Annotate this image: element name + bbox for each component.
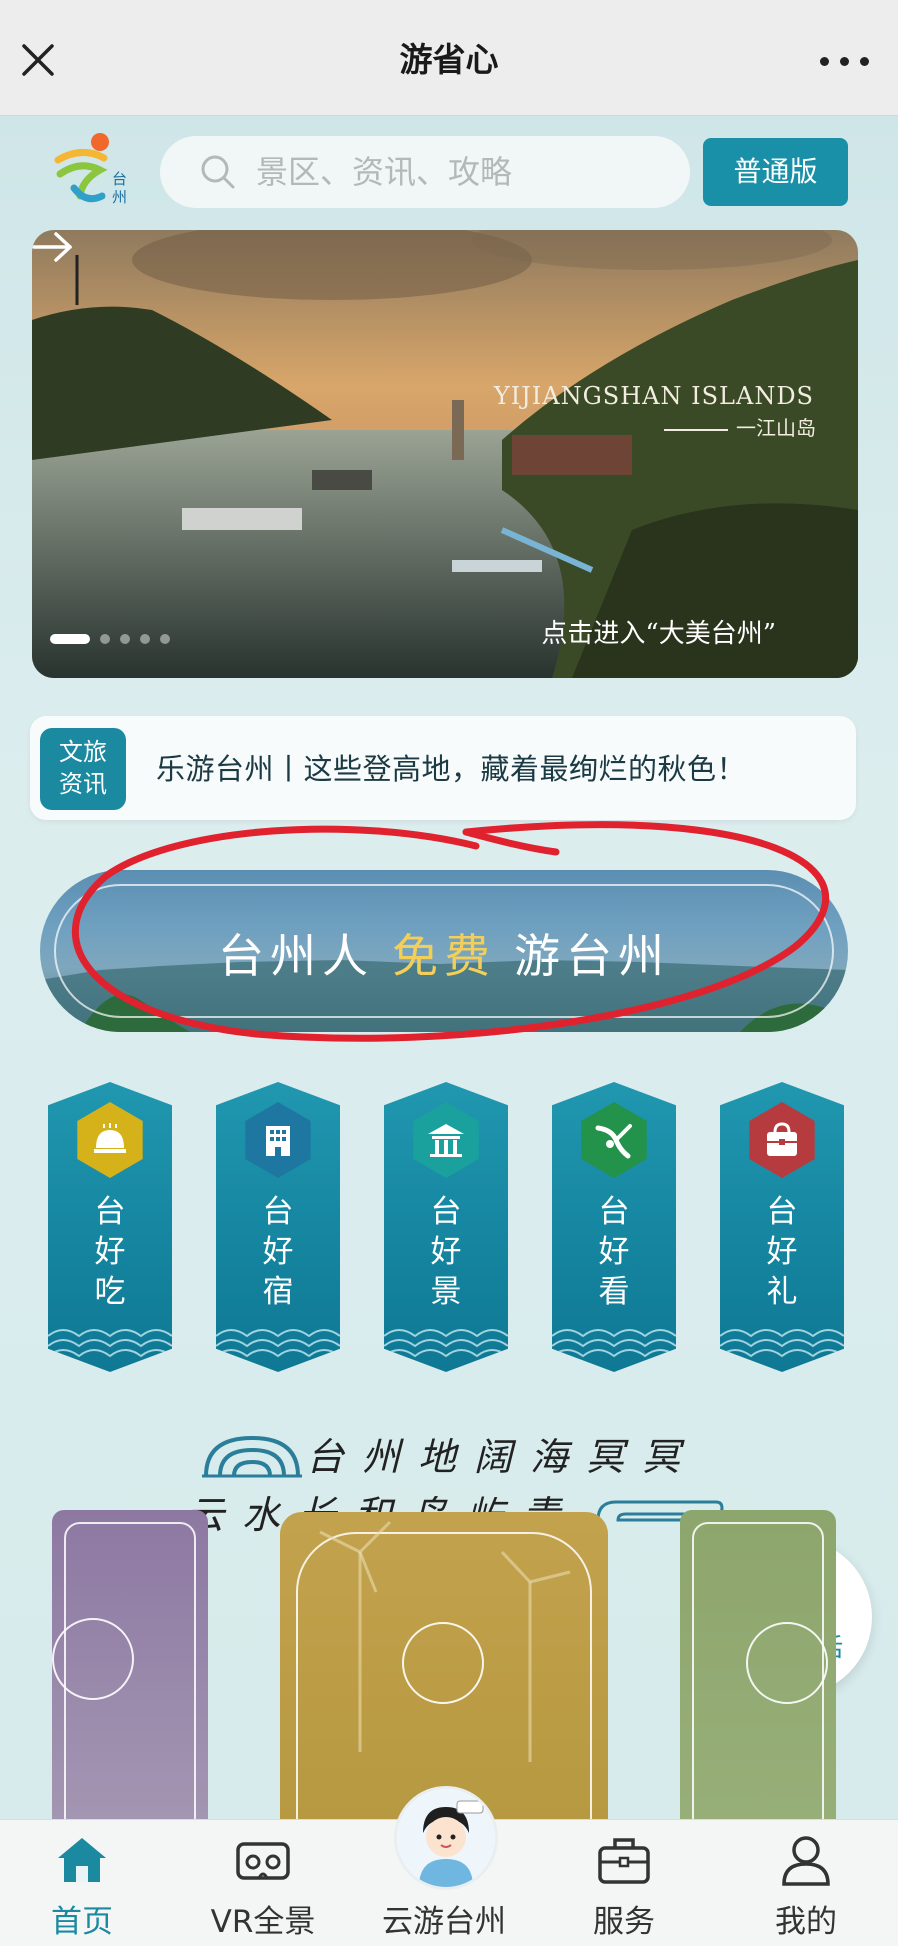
- feature-card-center[interactable]: [280, 1512, 608, 1819]
- search-icon: [201, 155, 235, 189]
- feature-card-left[interactable]: [52, 1510, 208, 1819]
- category-label: 台 好 礼: [720, 1192, 844, 1312]
- nav-label: VR全景: [210, 1904, 316, 1940]
- card-icon-circle: [746, 1622, 828, 1704]
- category-char: 台: [766, 1194, 798, 1230]
- category-label: 台 好 看: [552, 1192, 676, 1312]
- nav-label: 我的: [775, 1904, 837, 1940]
- banner-title-en: YIJIANGSHAN ISLANDS: [493, 382, 814, 410]
- category-char: 台: [94, 1194, 126, 1230]
- category-char: 礼: [766, 1274, 798, 1310]
- normal-version-button[interactable]: 普通版: [703, 138, 848, 206]
- mascot-avatar-icon[interactable]: [394, 1786, 498, 1890]
- search-input[interactable]: 景区、资讯、攻略: [160, 136, 690, 208]
- category-tile-food[interactable]: 台 好 吃: [48, 1082, 172, 1372]
- nav-label: 云游台州: [382, 1904, 506, 1940]
- news-headline[interactable]: 乐游台州丨这些登高地，藏着最绚烂的秋色！: [156, 746, 746, 788]
- banner-image: [32, 230, 858, 678]
- news-ticker[interactable]: 文旅 资讯 乐游台州丨这些登高地，藏着最绚烂的秋色！: [30, 716, 856, 820]
- briefcase-icon: [598, 1838, 650, 1884]
- nav-label: 服务: [593, 1904, 655, 1940]
- category-label: 台 好 景: [384, 1192, 508, 1312]
- home-content: 台 州 景区、资讯、攻略 普通版 YIJIANGSHAN ISLANDS 一江山…: [0, 116, 898, 1819]
- feature-card-right[interactable]: [680, 1510, 836, 1819]
- category-char: 好: [262, 1234, 294, 1270]
- nav-home[interactable]: 首页: [2, 1820, 162, 1946]
- logo-text-bottom: 州: [112, 188, 127, 206]
- pavilion-icon: [413, 1102, 479, 1178]
- category-char: 台: [430, 1194, 462, 1230]
- banner-dot[interactable]: [120, 633, 130, 644]
- home-icon: [58, 1838, 106, 1882]
- wave-cloud-icon: [202, 1435, 302, 1478]
- nav-vr[interactable]: VR全景: [183, 1820, 343, 1946]
- wave-pattern: [720, 1329, 844, 1358]
- banner-pagination: [50, 628, 180, 644]
- category-label: 台 好 吃: [48, 1192, 172, 1312]
- category-char: 好: [94, 1234, 126, 1270]
- category-char: 看: [598, 1274, 630, 1310]
- category-char: 好: [598, 1234, 630, 1270]
- category-char: 宿: [262, 1274, 294, 1310]
- taizhou-logo[interactable]: 台 州: [52, 130, 138, 216]
- wave-pattern: [48, 1329, 172, 1358]
- nav-label: 首页: [51, 1904, 113, 1940]
- gift-bag-icon: [749, 1102, 815, 1178]
- wave-pattern: [552, 1329, 676, 1358]
- page-title: 游省心: [399, 40, 499, 79]
- vr-headset-icon: [236, 1842, 290, 1880]
- banner-title-cn: 一江山岛: [664, 412, 816, 441]
- category-tile-stay[interactable]: 台 好 宿: [216, 1082, 340, 1372]
- logo-text-top: 台: [112, 170, 127, 188]
- hero-banner[interactable]: YIJIANGSHAN ISLANDS 一江山岛 点击进入“大美台州”: [32, 230, 858, 678]
- banner-dot[interactable]: [100, 633, 110, 644]
- banner-dot[interactable]: [50, 633, 90, 644]
- category-char: 台: [262, 1194, 294, 1230]
- banner-dot[interactable]: [160, 633, 170, 644]
- food-cloche-icon: [77, 1102, 143, 1178]
- wave-pattern: [384, 1329, 508, 1358]
- poem-line-1: 台州地阔海冥冥: [306, 1435, 699, 1479]
- performance-icon: [581, 1102, 647, 1178]
- category-grid: 台 好 吃 台 好 宿 台 好 景 台 好 看 台 好 礼: [48, 1082, 848, 1372]
- category-tile-scenery[interactable]: 台 好 景: [384, 1082, 508, 1372]
- nav-mine[interactable]: 我的: [726, 1820, 886, 1946]
- category-tile-shows[interactable]: 台 好 看: [552, 1082, 676, 1372]
- banner-dot[interactable]: [140, 633, 150, 644]
- search-placeholder: 景区、资讯、攻略: [256, 153, 513, 191]
- nav-service[interactable]: 服务: [544, 1820, 704, 1946]
- category-char: 好: [766, 1234, 798, 1270]
- category-char: 景: [430, 1274, 462, 1310]
- news-badge-line2: 资讯: [59, 770, 107, 798]
- banner-cta[interactable]: 点击进入“大美台州”: [541, 613, 776, 650]
- title-bar: 游省心: [0, 0, 898, 116]
- category-label: 台 好 宿: [216, 1192, 340, 1312]
- category-char: 好: [430, 1234, 462, 1270]
- wave-pattern: [216, 1329, 340, 1358]
- card-icon-circle: [52, 1618, 134, 1700]
- news-badge: 文旅 资讯: [40, 728, 126, 810]
- category-char: 台: [598, 1194, 630, 1230]
- category-tile-gifts[interactable]: 台 好 礼: [720, 1082, 844, 1372]
- more-icon[interactable]: [816, 42, 876, 78]
- red-circle-annotation: [72, 821, 829, 1042]
- card-icon-circle: [402, 1622, 484, 1704]
- hotel-building-icon: [245, 1102, 311, 1178]
- news-badge-line1: 文旅: [59, 738, 107, 766]
- arrow-right-icon[interactable]: [32, 230, 74, 264]
- user-icon: [782, 1836, 830, 1886]
- category-char: 吃: [94, 1274, 126, 1310]
